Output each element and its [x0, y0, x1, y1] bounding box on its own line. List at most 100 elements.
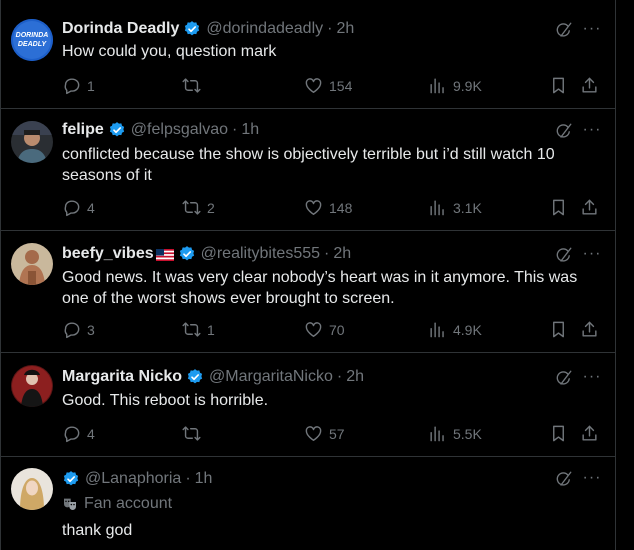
like-count: 70 [329, 321, 345, 338]
share-button[interactable] [580, 198, 599, 217]
reply-button[interactable]: 4 [62, 424, 95, 443]
post-header: Dorinda Deadly @dorindadeadly · 2h [62, 18, 615, 40]
bookmark-button[interactable] [549, 424, 568, 443]
views-icon [430, 426, 444, 442]
fan-account-label: Fan account [62, 495, 172, 513]
action-bar: 1 154 9.9K [62, 76, 599, 96]
grok-icon[interactable] [555, 470, 573, 488]
more-options-icon[interactable]: ··· [581, 246, 603, 267]
repost-icon [182, 200, 201, 215]
timestamp[interactable]: 2h [333, 245, 351, 263]
views-icon [430, 200, 444, 216]
more-options-icon[interactable]: ··· [581, 122, 603, 143]
share-icon [582, 321, 597, 337]
action-bar: 4 57 5.5K [62, 424, 599, 444]
timestamp[interactable]: 2h [346, 368, 364, 386]
repost-button[interactable]: 2 [182, 198, 215, 217]
share-button[interactable] [580, 76, 599, 95]
reply-post[interactable]: felipe @felpsgalvao · 1h ··· conflicted … [1, 109, 615, 231]
post-header: beefy_vibes @realitybites555 · 2h [62, 243, 615, 265]
avatar[interactable] [11, 121, 53, 163]
timeline-border-left [0, 0, 1, 550]
separator-dot: · [336, 368, 343, 385]
action-bar: 3 1 70 4.9K [62, 320, 599, 340]
views-button[interactable]: 3.1K [428, 198, 482, 217]
timestamp[interactable]: 1h [241, 121, 259, 139]
avatar[interactable]: DORINDA DEADLY [11, 19, 53, 61]
handle[interactable]: @MargaritaNicko [209, 368, 333, 386]
display-name[interactable]: Margarita Nicko [62, 368, 182, 386]
like-count: 154 [329, 77, 353, 94]
repost-button[interactable] [182, 424, 207, 443]
display-name[interactable]: Dorinda Deadly [62, 20, 179, 38]
bookmark-button[interactable] [549, 76, 568, 95]
views-button[interactable]: 5.5K [428, 424, 482, 443]
share-icon [582, 199, 597, 215]
avatar[interactable] [11, 243, 53, 285]
bookmark-button[interactable] [549, 198, 568, 217]
more-options-icon[interactable]: ··· [581, 369, 603, 390]
reply-post[interactable]: DORINDA DEADLY Dorinda Deadly @dorindade… [1, 0, 615, 109]
reply-post[interactable]: Margarita Nicko @MargaritaNicko · 2h ···… [1, 353, 615, 457]
reply-button[interactable]: 3 [62, 320, 95, 339]
verified-badge-icon [178, 245, 196, 263]
handle[interactable]: @dorindadeadly [206, 20, 323, 38]
avatar[interactable] [11, 468, 53, 510]
repost-button[interactable] [182, 76, 207, 95]
grok-icon[interactable] [555, 246, 573, 264]
display-name[interactable]: beefy_vibes [62, 245, 154, 263]
verified-badge-icon [183, 20, 201, 38]
views-button[interactable]: 4.9K [428, 320, 482, 339]
more-options-icon[interactable]: ··· [581, 21, 603, 42]
grok-icon[interactable] [555, 122, 573, 140]
post-header: felipe @felpsgalvao · 1h [62, 119, 615, 141]
grok-icon[interactable] [555, 369, 573, 387]
views-button[interactable]: 9.9K [428, 76, 482, 95]
verified-badge-icon [108, 121, 126, 139]
display-name[interactable]: felipe [62, 121, 104, 139]
bookmark-button[interactable] [549, 320, 568, 339]
repost-count: 2 [207, 199, 215, 216]
reply-post[interactable]: beefy_vibes @realitybites555 · 2h ··· Go… [1, 231, 615, 353]
bookmark-icon [553, 321, 564, 338]
like-button[interactable]: 57 [304, 424, 345, 443]
repost-icon [182, 426, 201, 441]
post-text: Good. This reboot is horrible. [62, 392, 269, 409]
reply-feed: DORINDA DEADLY Dorinda Deadly @dorindade… [0, 0, 634, 550]
sublabel-text: Fan account [84, 495, 173, 512]
share-button[interactable] [580, 320, 599, 339]
grok-icon[interactable] [555, 21, 573, 39]
reply-button[interactable]: 4 [62, 198, 95, 217]
repost-count: 1 [207, 321, 215, 338]
like-button[interactable]: 154 [304, 76, 352, 95]
repost-button[interactable]: 1 [182, 320, 215, 339]
verified-badge-icon [62, 470, 80, 488]
handle[interactable]: @felpsgalvao [131, 121, 228, 139]
post-header: Margarita Nicko @MargaritaNicko · 2h [62, 366, 615, 388]
reply-post[interactable]: @Lanaphoria · 1h Fan account ··· thank g… [1, 457, 615, 550]
like-button[interactable]: 70 [304, 320, 345, 339]
share-button[interactable] [580, 424, 599, 443]
more-options-icon[interactable]: ··· [581, 470, 603, 491]
verified-badge-icon [186, 368, 204, 386]
us-flag-icon [155, 248, 174, 261]
action-bar: 4 2 148 3.1K [62, 198, 599, 218]
avatar[interactable] [11, 365, 53, 407]
reply-count: 1 [87, 77, 95, 94]
timestamp[interactable]: 2h [336, 20, 354, 38]
timestamp[interactable]: 1h [195, 470, 213, 488]
post-text: How could you, question mark [62, 43, 277, 60]
like-button[interactable]: 148 [304, 198, 352, 217]
separator-dot: · [231, 121, 238, 138]
views-count: 9.9K [453, 77, 482, 94]
post-header: @Lanaphoria · 1h [62, 468, 615, 490]
reply-button[interactable]: 1 [62, 76, 95, 95]
reply-icon [64, 78, 80, 95]
post-text: Good news. It was very clear nobody’s he… [62, 269, 578, 307]
reply-count: 4 [87, 199, 95, 216]
like-count: 148 [329, 199, 353, 216]
handle[interactable]: @Lanaphoria [85, 470, 181, 488]
views-count: 3.1K [453, 199, 482, 216]
repost-icon [182, 322, 201, 337]
handle[interactable]: @realitybites555 [201, 245, 320, 263]
